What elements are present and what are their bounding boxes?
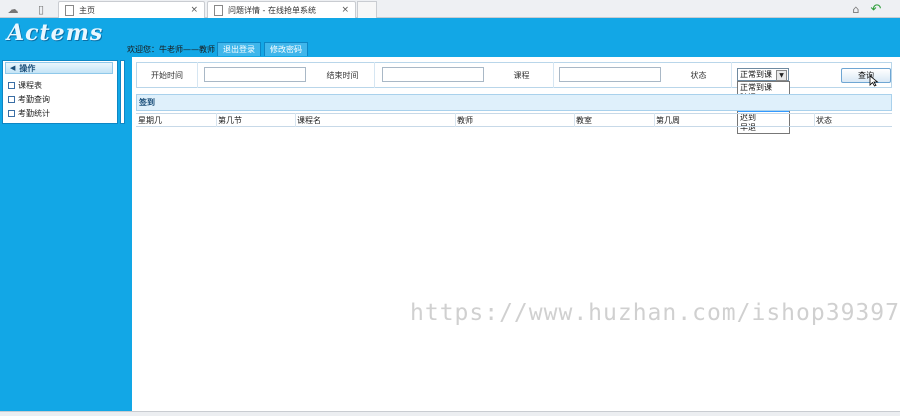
column-header: 状态: [816, 116, 832, 125]
watermark-text: https://www.huzhan.com/ishop39397: [410, 300, 900, 326]
close-icon[interactable]: ×: [341, 5, 349, 15]
column-divider: [455, 113, 456, 127]
table-caption: 签到: [136, 94, 892, 111]
column-divider: [216, 113, 217, 127]
sidebar-item-label: 考勤统计: [18, 109, 50, 118]
course-input[interactable]: [559, 67, 661, 82]
sidebar-title: 操作: [19, 63, 36, 73]
back-arrow-icon[interactable]: ↶: [869, 2, 883, 17]
status-select[interactable]: 正常到课 ▼: [737, 68, 789, 81]
status-label: 状态: [666, 62, 732, 88]
end-time-input[interactable]: [382, 67, 484, 82]
start-time-input[interactable]: [204, 67, 306, 82]
mouse-cursor-icon: [869, 75, 879, 87]
column-header: 第几节: [218, 116, 242, 125]
notes-icon[interactable]: ▯: [34, 2, 48, 16]
app-logo: Actems: [7, 20, 104, 46]
course-label: 课程: [490, 62, 554, 88]
sidebar-item-label: 考勤查询: [18, 95, 50, 104]
sidebar-item-label: 课程表: [18, 81, 42, 90]
status-selected-value: 正常到课: [740, 70, 772, 79]
collapse-icon: ◀: [10, 64, 16, 72]
column-divider: [574, 113, 575, 127]
bookmark-icon[interactable]: ⌂: [849, 2, 863, 16]
column-header: 第几周: [656, 116, 680, 125]
column-divider: [814, 113, 815, 127]
start-time-label: 开始时间: [137, 62, 198, 88]
tab-question-detail[interactable]: 问题详情 - 在线抢单系统 ×: [207, 1, 356, 18]
tab-home[interactable]: 主页 ×: [58, 1, 205, 18]
welcome-text: 欢迎您：牛老师——教师: [127, 45, 215, 54]
column-header: 星期几: [138, 116, 162, 125]
tab-label: 问题详情 - 在线抢单系统: [228, 5, 316, 15]
query-button[interactable]: 查询: [841, 68, 891, 83]
table-header-row: [136, 113, 892, 127]
sidebar-item-attendance-query[interactable]: 考勤查询: [8, 94, 50, 105]
sidebar-header[interactable]: ◀ 操作: [5, 62, 113, 74]
column-header: 教室: [576, 116, 592, 125]
browser-status-bar: [0, 411, 900, 416]
list-bullet-icon: [8, 96, 15, 103]
end-time-label: 结束时间: [311, 62, 375, 88]
column-header: 教师: [457, 116, 473, 125]
cloud-icon[interactable]: ☁: [6, 2, 20, 16]
column-header: 课程名: [297, 116, 321, 125]
page-icon: [214, 4, 223, 16]
page-icon: [65, 4, 74, 16]
chevron-down-icon[interactable]: ▼: [776, 70, 787, 81]
status-option[interactable]: 正常到课: [738, 82, 789, 92]
new-tab-button[interactable]: [357, 1, 377, 18]
sidebar-scrollbar[interactable]: [120, 60, 125, 124]
tab-label: 主页: [79, 5, 95, 15]
logout-button[interactable]: 退出登录: [217, 42, 261, 56]
close-icon[interactable]: ×: [190, 5, 198, 15]
column-divider: [654, 113, 655, 127]
list-bullet-icon: [8, 110, 15, 117]
list-bullet-icon: [8, 82, 15, 89]
change-password-button[interactable]: 修改密码: [264, 42, 308, 56]
sidebar-item-schedule[interactable]: 课程表: [8, 80, 42, 91]
column-divider: [295, 113, 296, 127]
sidebar-item-attendance-stats[interactable]: 考勤统计: [8, 108, 50, 119]
